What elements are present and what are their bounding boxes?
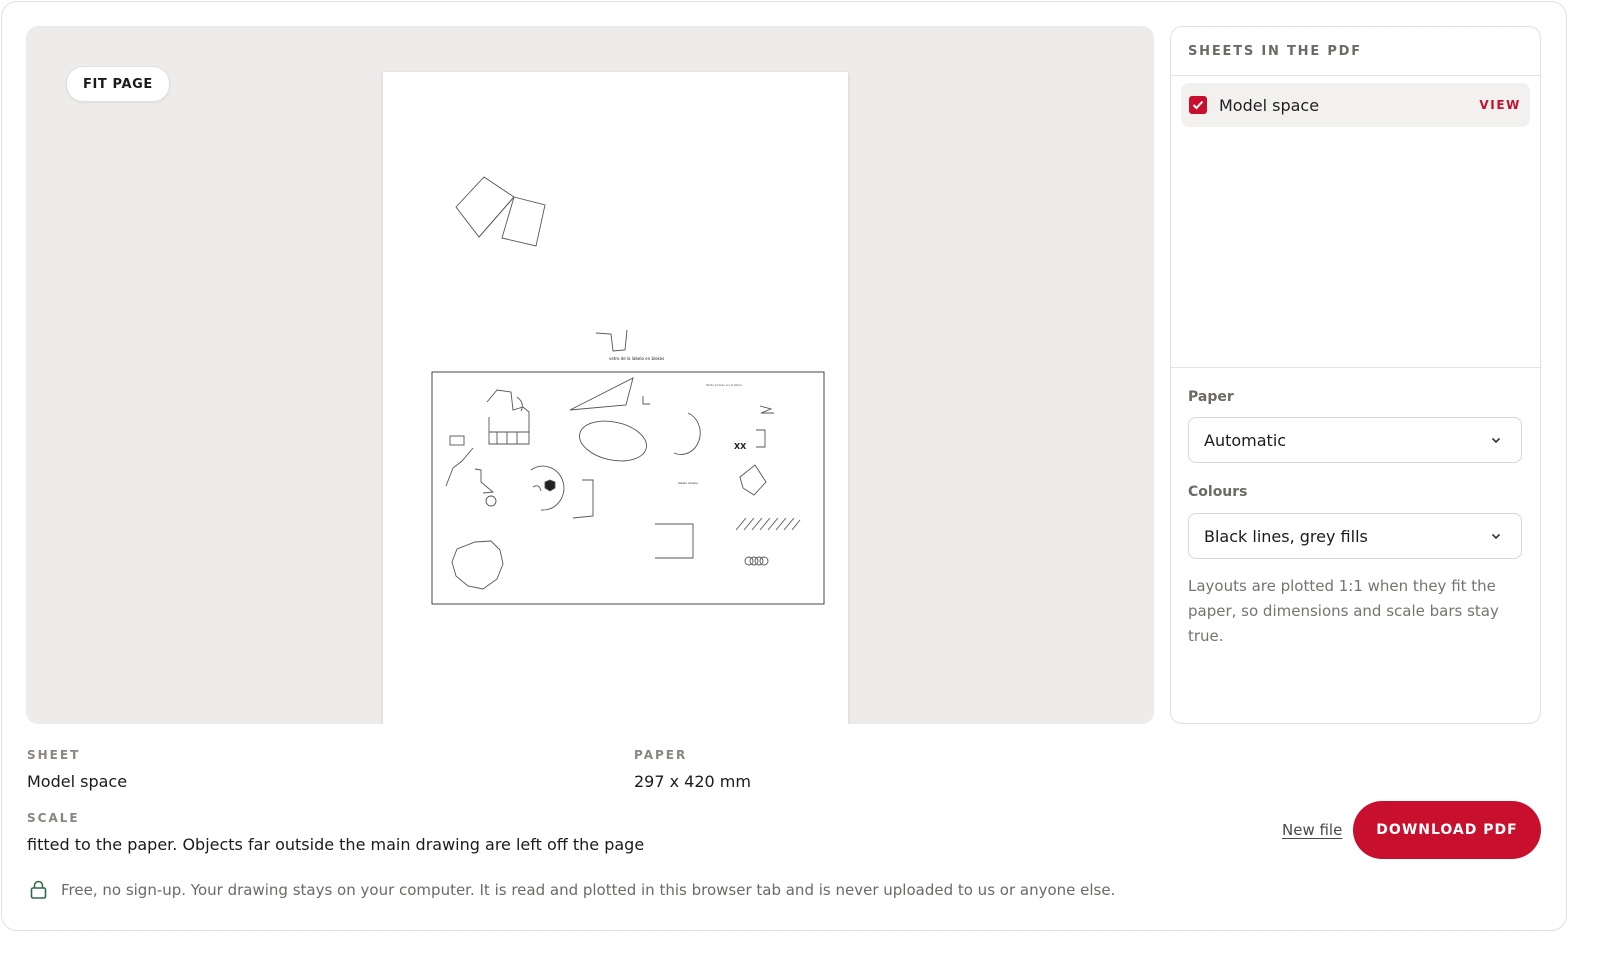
privacy-note: Free, no sign-up. Your drawing stays on … (30, 880, 1115, 899)
drawing-bracket-mid (655, 523, 694, 559)
drawing-preview: vetro de la labelo en blokes Texto prime… (431, 176, 825, 605)
paper-select-value: Automatic (1204, 430, 1287, 450)
pdf-preview-area[interactable]: FIT PAGE vetro de la labelo en blokes Te… (26, 26, 1154, 724)
new-file-link[interactable]: New file (1282, 821, 1342, 839)
paper-label: Paper (1188, 389, 1234, 405)
privacy-text: Free, no sign-up. Your drawing stays on … (61, 880, 1116, 899)
chevron-down-icon (1491, 437, 1501, 444)
sheet-item-model-space[interactable]: Model space VIEW (1181, 83, 1530, 127)
drawing-bolt (759, 405, 774, 414)
drawing-center-note: labelo simple (678, 481, 698, 485)
sidebar-divider (1171, 367, 1540, 368)
lock-icon (30, 880, 47, 899)
sheet-info-label: SHEET (27, 748, 81, 762)
plot-hint: Layouts are plotted 1:1 when they fit th… (1188, 577, 1499, 645)
check-icon (1192, 100, 1204, 110)
sheet-name: Model space (1219, 95, 1320, 115)
scale-info-value: fitted to the paper. Objects far outside… (27, 835, 645, 854)
drawing-small-note: Texto primer en el título (705, 383, 742, 387)
colours-label: Colours (1188, 484, 1248, 500)
sheets-sidebar: SHEETS IN THE PDF Model space VIEW Paper… (1170, 26, 1541, 724)
colours-select-value: Black lines, grey fills (1204, 526, 1368, 546)
drawing-triangle (569, 377, 634, 411)
drawing-polygon (451, 540, 504, 590)
paper-info-label: PAPER (634, 748, 688, 762)
view-sheet-link[interactable]: VIEW (1479, 98, 1521, 112)
paper-sheet-preview: vetro de la labelo en blokes Texto prime… (383, 72, 848, 724)
drawing-arc (673, 412, 701, 455)
scale-info-label: SCALE (27, 811, 80, 825)
drawing-caption: vetro de la labelo en blokes (609, 356, 664, 361)
drawing-diagonal (445, 447, 474, 487)
sheets-heading: SHEETS IN THE PDF (1171, 27, 1540, 76)
drawing-pentagon (739, 464, 767, 496)
sheet-checkbox[interactable] (1189, 96, 1207, 114)
drawing-xx: XX (734, 442, 747, 451)
drawing-ellipse (579, 420, 647, 462)
drawing-building (486, 389, 530, 445)
chevron-down-icon (1491, 533, 1501, 540)
drawing-small-rect (449, 435, 465, 446)
fit-page-button[interactable]: FIT PAGE (66, 66, 170, 102)
drawing-fold-line (478, 196, 515, 238)
drawing-bracket-top (595, 329, 628, 352)
drawing-square-right (501, 196, 546, 247)
drawing-circles (744, 556, 769, 566)
drawing-hexagon (544, 479, 556, 492)
paper-info-value: 297 x 420 mm (634, 772, 751, 791)
drawing-frame (431, 371, 825, 605)
colours-select[interactable]: Black lines, grey fills (1188, 513, 1522, 559)
sheet-info-value: Model space (27, 772, 128, 791)
paper-select[interactable]: Automatic (1188, 417, 1522, 463)
download-pdf-button[interactable]: DOWNLOAD PDF (1353, 801, 1541, 859)
drawing-hatch (735, 517, 801, 531)
